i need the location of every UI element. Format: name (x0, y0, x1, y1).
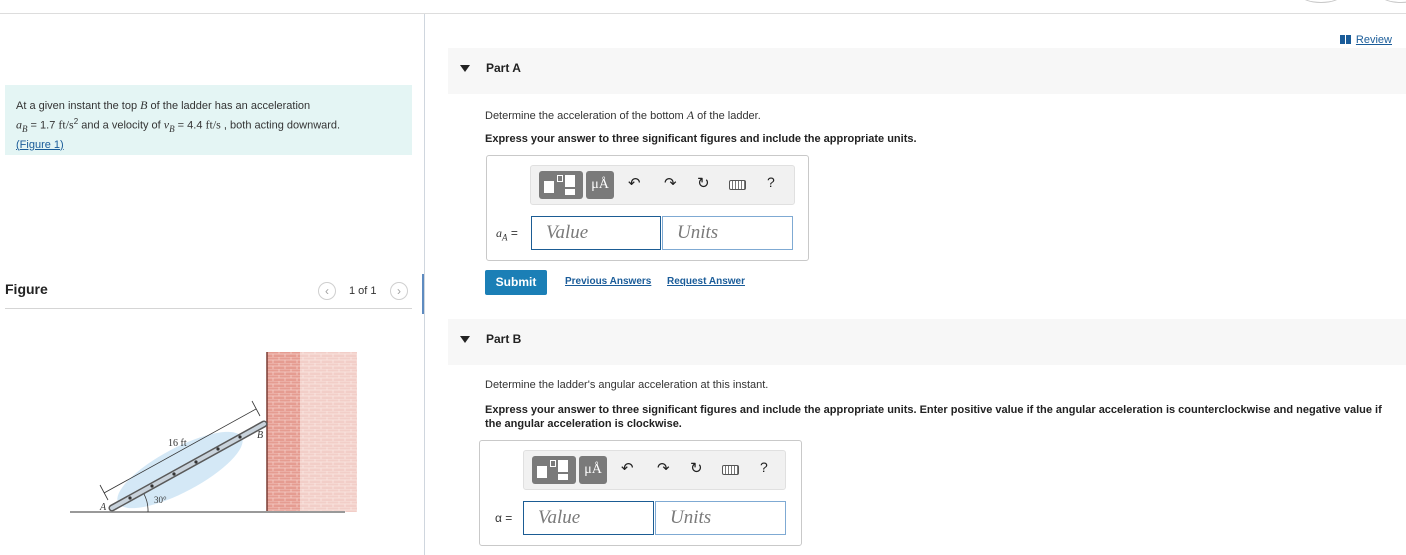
dimension-tick (99, 484, 109, 501)
figure-prev-button[interactable]: ‹ (318, 282, 336, 300)
figure-link-paren: ) (60, 138, 64, 151)
top-divider (0, 13, 1406, 14)
answer-label: α = (495, 511, 512, 525)
units-button[interactable]: μÅ (586, 171, 614, 199)
part-b-question: Determine the ladder's angular accelerat… (485, 379, 769, 391)
figure-next-button[interactable]: › (390, 282, 408, 300)
part-b-header[interactable]: Part B (448, 319, 1406, 365)
reset-icon[interactable]: ↻ (697, 174, 710, 194)
point-a-label: A (99, 502, 107, 513)
reset-icon[interactable]: ↻ (690, 459, 703, 479)
math-toolbar: μÅ ↶ ↷ ↻ ? (530, 165, 795, 205)
point-b-label: B (257, 430, 263, 441)
chevron-right-icon: › (397, 284, 401, 298)
help-button[interactable]: ? (767, 174, 775, 190)
problem-statement: At a given instant the top B of the ladd… (5, 85, 412, 155)
problem-text: of the ladder has an acceleration (147, 100, 311, 112)
part-a-title: Part A (486, 61, 521, 75)
figure-page-count: 1 of 1 (349, 285, 377, 297)
previous-answers-link[interactable]: Previous Answers (565, 276, 651, 287)
top-decoration (1300, 0, 1342, 3)
templates-icon[interactable] (532, 456, 576, 484)
problem-text: At a given instant the top (16, 100, 141, 112)
chevron-left-icon: ‹ (325, 284, 329, 298)
math-toolbar: μÅ ↶ ↷ ↻ ? (523, 450, 786, 490)
keyboard-icon[interactable] (722, 465, 739, 475)
answer-eq: = (501, 511, 513, 525)
vel-value: = 4.4 (174, 119, 206, 132)
review-label: Review (1355, 34, 1392, 46)
redo-icon[interactable]: ↷ (664, 174, 677, 194)
problem-text: , both acting downward. (220, 119, 341, 132)
question-text: Determine the acceleration of the bottom (485, 110, 687, 122)
panel-resize-handle[interactable] (422, 274, 424, 314)
undo-icon[interactable]: ↶ (628, 174, 641, 194)
top-decoration (1380, 0, 1406, 3)
part-a-answer-box: μÅ ↶ ↷ ↻ ? aA = Value Units (486, 155, 809, 261)
review-link[interactable]: Review (1339, 34, 1392, 46)
part-a-header[interactable]: Part A (448, 48, 1406, 94)
answer-eq: = (507, 226, 518, 240)
redo-icon[interactable]: ↷ (657, 459, 670, 479)
vel-unit: ft/s (205, 117, 221, 132)
answer-var: α (495, 511, 502, 525)
caret-down-icon (460, 336, 470, 343)
figure-link[interactable]: Figure 1 (20, 139, 60, 151)
answer-label: aA = (496, 226, 518, 242)
part-b-title: Part B (486, 332, 522, 346)
dimension-tick (251, 400, 261, 417)
part-a-instruction: Express your answer to three significant… (485, 133, 917, 145)
accel-value: = 1.7 (27, 119, 59, 132)
value-input[interactable]: Value (531, 216, 661, 250)
units-input[interactable]: Units (655, 501, 786, 535)
part-a-question: Determine the acceleration of the bottom… (485, 108, 761, 123)
help-button[interactable]: ? (760, 459, 768, 475)
ladder (108, 420, 268, 512)
value-input[interactable]: Value (523, 501, 654, 535)
length-label: 16 ft (168, 438, 187, 449)
units-input[interactable]: Units (662, 216, 793, 250)
brick-wall (266, 352, 360, 512)
part-b-instruction: Express your answer to three significant… (485, 404, 1382, 430)
undo-icon[interactable]: ↶ (621, 459, 634, 479)
ladder-figure: 16 ft 30° A B (70, 352, 360, 513)
figure-divider (5, 308, 412, 309)
part-b-answer-box: μÅ ↶ ↷ ↻ ? α = Value Units (479, 440, 802, 546)
keyboard-icon[interactable] (729, 180, 746, 190)
submit-button[interactable]: Submit (485, 270, 547, 295)
units-button[interactable]: μÅ (579, 456, 607, 484)
figure-title: Figure (5, 281, 48, 297)
question-text: of the ladder. (694, 110, 761, 122)
angle-label: 30° (154, 495, 167, 505)
book-icon (1339, 34, 1351, 44)
templates-icon[interactable] (539, 171, 583, 199)
problem-text: and a velocity of (78, 119, 164, 132)
request-answer-link[interactable]: Request Answer (667, 276, 745, 287)
caret-down-icon (460, 65, 470, 72)
panel-divider[interactable] (424, 14, 425, 555)
accel-unit: ft/s (58, 117, 74, 132)
